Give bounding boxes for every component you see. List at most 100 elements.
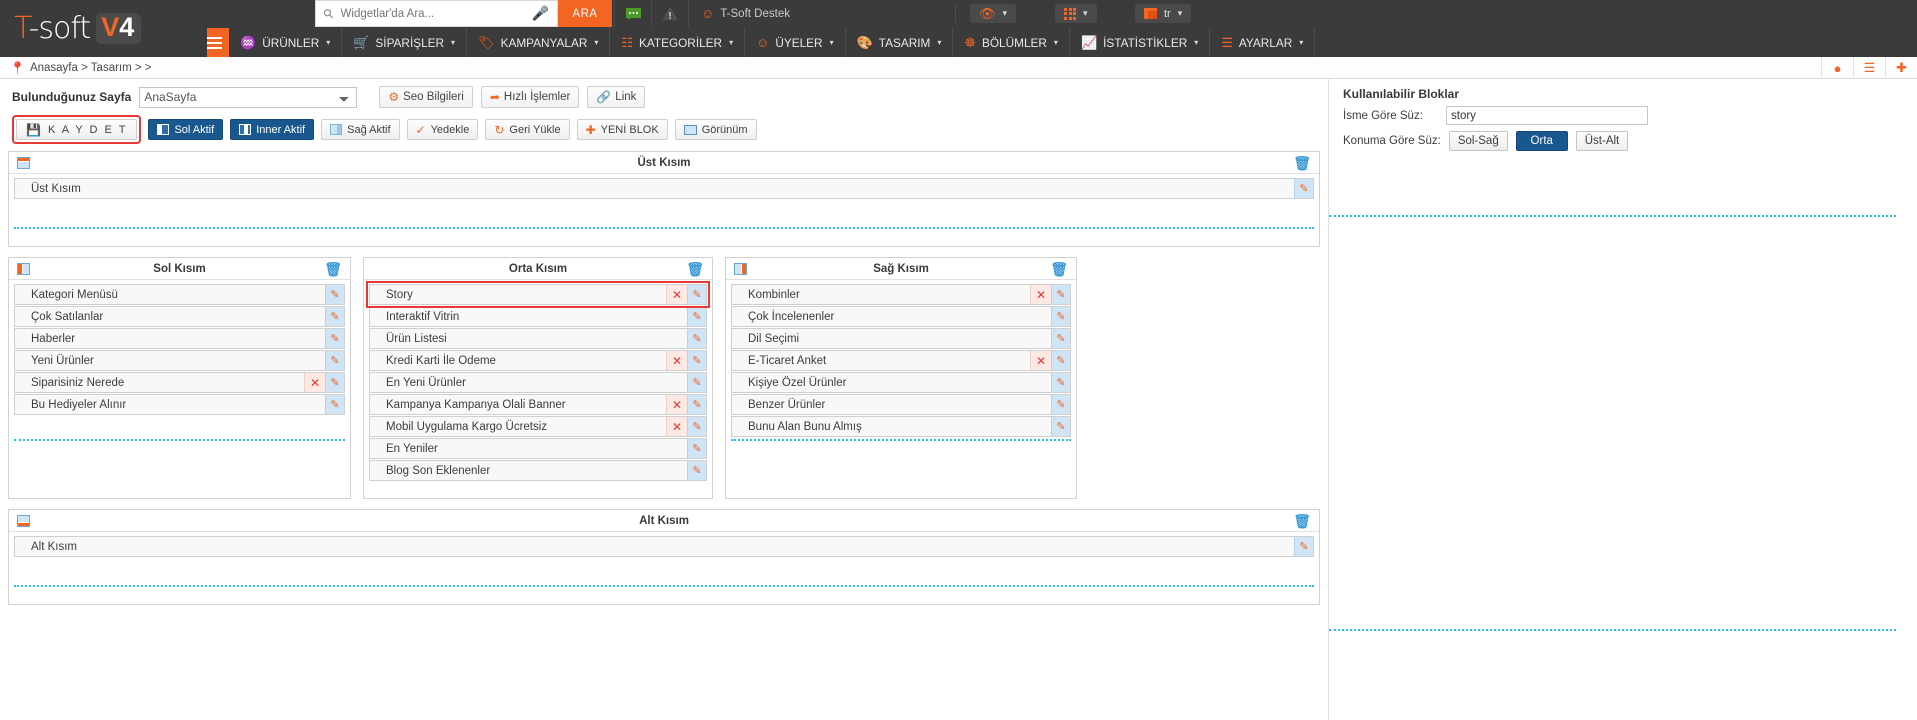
filter-orta-button[interactable]: Orta (1515, 131, 1568, 151)
edit-icon[interactable]: ✎ (1051, 307, 1070, 326)
microphone-icon[interactable]: 🎤 (532, 5, 549, 22)
inner-active-button[interactable]: Inner Aktif (230, 119, 315, 140)
menu-item-kampanyalar[interactable]: 🏷 KAMPANYALAR ▾ (467, 28, 611, 57)
block-item[interactable]: Çok İncelenenler ✎ (731, 306, 1071, 327)
edit-icon[interactable]: ✎ (325, 329, 344, 348)
chat-icon[interactable] (614, 0, 651, 27)
quick-actions-button[interactable]: ➦ Hızlı İşlemler (480, 86, 580, 108)
edit-icon[interactable]: ✎ (325, 351, 344, 370)
block-item[interactable]: Interaktif Vitrin ✎ (369, 306, 707, 327)
edit-icon[interactable]: ✎ (1051, 395, 1070, 414)
edit-icon[interactable]: ✎ (1294, 537, 1313, 556)
remove-icon[interactable]: ✕ (304, 373, 325, 392)
trash-icon[interactable]: 🗑 (1293, 513, 1311, 530)
edit-icon[interactable]: ✎ (325, 395, 344, 414)
edit-icon[interactable]: ✎ (687, 351, 706, 370)
global-search[interactable]: ⚲ 🎤 (315, 0, 558, 27)
block-item[interactable]: E-Ticaret Anket ✕ ✎ (731, 350, 1071, 371)
filter-ust-alt-button[interactable]: Üst-Alt (1575, 131, 1629, 151)
menu-item-bolumler[interactable]: ☸ BÖLÜMLER ▾ (953, 28, 1070, 57)
block-item[interactable]: Kampanya Kampanya Olali Banner ✕ ✎ (369, 394, 707, 415)
block-item[interactable]: Haberler ✎ (14, 328, 345, 349)
save-button[interactable]: 💾 K A Y D E T (16, 119, 138, 140)
remove-icon[interactable]: ✕ (666, 285, 687, 304)
block-item[interactable]: Bunu Alan Bunu Almış ✎ (731, 416, 1071, 437)
edit-icon[interactable]: ✎ (687, 329, 706, 348)
block-item-story[interactable]: Story ✕ ✎ (366, 281, 710, 308)
remove-icon[interactable]: ✕ (1030, 285, 1051, 304)
note-icon[interactable]: ☰ (1853, 57, 1885, 79)
block-item[interactable]: En Yeni Ürünler ✎ (369, 372, 707, 393)
trash-icon[interactable]: 🗑 (324, 261, 342, 278)
language-dropdown[interactable]: tr ▾ (1135, 4, 1192, 23)
edit-icon[interactable]: ✎ (1051, 373, 1070, 392)
left-active-button[interactable]: Sol Aktif (148, 119, 224, 140)
new-block-button[interactable]: ✚ YENİ BLOK (576, 119, 668, 140)
block-item[interactable]: En Yeniler ✎ (369, 438, 707, 459)
edit-icon[interactable]: ✎ (687, 439, 706, 458)
block-item[interactable]: Dil Seçimi ✎ (731, 328, 1071, 349)
edit-icon[interactable]: ✎ (1051, 417, 1070, 436)
warning-icon[interactable] (651, 0, 688, 27)
menu-item-siparisler[interactable]: 🛒 SİPARİŞLER ▾ (342, 28, 468, 57)
edit-icon[interactable]: ✎ (325, 285, 344, 304)
edit-icon[interactable]: ✎ (1051, 351, 1070, 370)
app-logo[interactable]: T-soft V4 (0, 0, 207, 57)
block-item[interactable]: Ürün Listesi ✎ (369, 328, 707, 349)
globe-plus-icon[interactable]: ✚ (1885, 57, 1917, 79)
trash-icon[interactable]: 🗑 (1050, 261, 1068, 278)
seo-info-button[interactable]: ⚙ Seo Bilgileri (379, 86, 473, 108)
drop-zone-indicator[interactable] (14, 439, 345, 441)
block-item[interactable]: Mobil Uygulama Kargo Ücretsiz ✕ ✎ (369, 416, 707, 437)
filter-sol-sag-button[interactable]: Sol-Sağ (1448, 131, 1508, 151)
edit-icon[interactable]: ✎ (325, 307, 344, 326)
menu-item-ayarlar[interactable]: ☰ AYARLAR ▾ (1210, 28, 1316, 57)
menu-item-urunler[interactable]: ♒ ÜRÜNLER ▾ (229, 28, 343, 57)
page-select[interactable]: AnaSayfa (139, 86, 358, 108)
menu-item-istatistikler[interactable]: 📈 İSTATİSTİKLER ▾ (1070, 28, 1211, 57)
edit-icon[interactable]: ✎ (1051, 329, 1070, 348)
block-item[interactable]: Üst Kısım ✎ (14, 178, 1314, 199)
right-active-button[interactable]: Sağ Aktif (321, 119, 400, 140)
drop-zone-indicator[interactable] (14, 227, 1314, 229)
edit-icon[interactable]: ✎ (687, 307, 706, 326)
menu-item-uyeler[interactable]: ☺ ÜYELER ▾ (745, 28, 846, 57)
view-button[interactable]: Görünüm (674, 119, 757, 140)
drop-zone-indicator[interactable] (14, 585, 1314, 587)
menu-item-tasarim[interactable]: 🎨 TASARIM ▾ (846, 28, 954, 57)
edit-icon[interactable]: ✎ (687, 373, 706, 392)
drop-zone-indicator[interactable] (731, 439, 1071, 441)
edit-icon[interactable]: ✎ (687, 285, 706, 304)
block-item[interactable]: Alt Kısım ✎ (14, 536, 1314, 557)
edit-icon[interactable]: ✎ (325, 373, 344, 392)
search-input[interactable] (338, 6, 532, 21)
edit-icon[interactable]: ✎ (1051, 285, 1070, 304)
remove-icon[interactable]: ✕ (666, 351, 687, 370)
backup-button[interactable]: ✓ Yedekle (406, 119, 479, 140)
restore-button[interactable]: ↻ Geri Yükle (485, 119, 570, 140)
trash-icon[interactable]: 🗑 (686, 261, 704, 278)
edit-icon[interactable]: ✎ (1294, 179, 1313, 198)
play-circle-icon[interactable]: ● (1821, 57, 1853, 79)
name-filter-input[interactable] (1446, 106, 1648, 125)
remove-icon[interactable]: ✕ (666, 395, 687, 414)
apps-grid-dropdown[interactable]: ▾ (1055, 4, 1097, 23)
panel-drop-zone-top[interactable] (1329, 215, 1896, 217)
search-submit-button[interactable]: ARA (558, 0, 612, 27)
block-item[interactable]: Siparisiniz Nerede ✕ ✎ (14, 372, 345, 393)
edit-icon[interactable]: ✎ (687, 395, 706, 414)
edit-icon[interactable]: ✎ (687, 461, 706, 480)
panel-drop-zone-bottom[interactable] (1329, 629, 1896, 631)
remove-icon[interactable]: ✕ (666, 417, 687, 436)
block-item[interactable]: Kombinler ✕ ✎ (731, 284, 1071, 305)
link-button[interactable]: 🔗 Link (587, 86, 646, 108)
edit-icon[interactable]: ✎ (687, 417, 706, 436)
menu-item-kategoriler[interactable]: ☷ KATEGORİLER ▾ (610, 28, 746, 57)
block-item[interactable]: Kredi Karti İle Odeme ✕ ✎ (369, 350, 707, 371)
block-item[interactable]: Bu Hediyeler Alınır ✎ (14, 394, 345, 415)
block-item[interactable]: Kişiye Özel Ürünler ✎ (731, 372, 1071, 393)
account-menu[interactable]: ☺ T-Soft Destek (688, 0, 802, 27)
block-item[interactable]: Kategori Menüsü ✎ (14, 284, 345, 305)
block-item[interactable]: Blog Son Eklenenler ✎ (369, 460, 707, 481)
trash-icon[interactable]: 🗑 (1293, 155, 1311, 172)
